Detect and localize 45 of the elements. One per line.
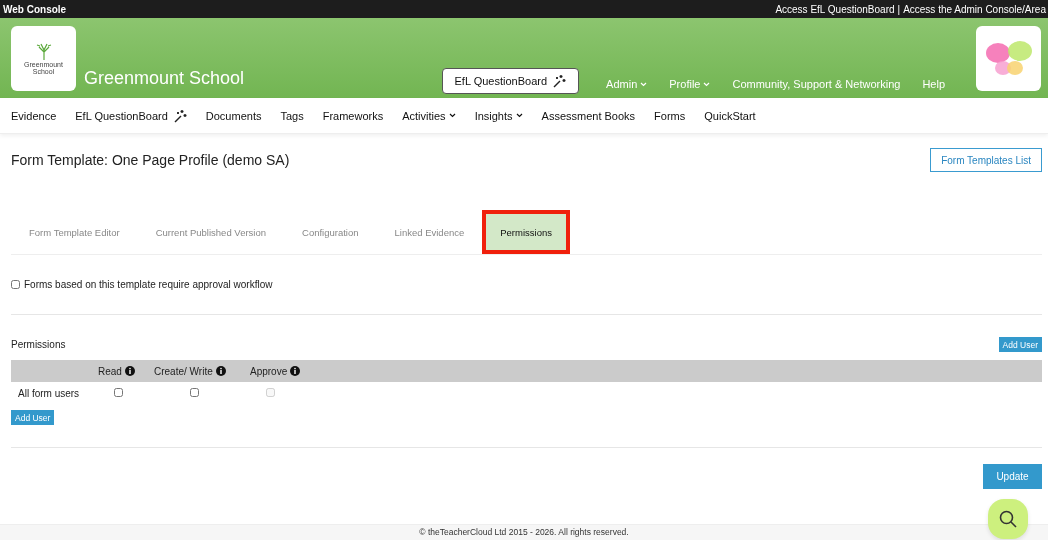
section-title: Permissions <box>11 339 66 350</box>
tab[interactable]: Form Template Editor <box>11 210 138 254</box>
info-icon[interactable] <box>290 366 301 376</box>
nav-item[interactable]: Assessment Books <box>541 109 636 122</box>
column-header: Approve <box>250 365 320 377</box>
questionboard-button[interactable]: EfL QuestionBoard <box>441 68 580 94</box>
nav-item[interactable]: Frameworks <box>322 109 384 122</box>
nav-item[interactable]: Activities <box>402 109 456 122</box>
table-cell-text: All form users <box>17 387 80 399</box>
nav-item[interactable]: Documents <box>205 109 262 122</box>
approval-checkbox[interactable] <box>11 279 20 289</box>
footer-text: © theTeacherCloud Ltd 2015 - 2026. All rights reserved. <box>0 524 1048 540</box>
search-button[interactable] <box>988 499 1028 539</box>
permission-checkbox[interactable] <box>190 387 199 397</box>
top-link[interactable]: Access EfL QuestionBoard <box>775 3 895 15</box>
nav-item[interactable]: Tags <box>280 109 304 122</box>
top-link[interactable]: Access the Admin Console/Area <box>903 3 1046 15</box>
magic-wand-icon <box>552 74 567 88</box>
search-icon <box>999 510 1017 528</box>
column-header: Create/ Write <box>154 365 250 377</box>
tree-icon <box>35 42 52 60</box>
nav-item[interactable]: EfL QuestionBoard <box>75 108 187 123</box>
console-title: Web Console <box>3 3 67 15</box>
separator: | <box>897 3 901 15</box>
tab[interactable]: Permissions <box>482 210 570 254</box>
nav-item[interactable]: Insights <box>474 109 523 122</box>
school-name: Greenmount School <box>84 68 245 89</box>
nav-item[interactable]: Evidence <box>11 109 57 122</box>
page-title: Form Template: One Page Profile (demo SA) <box>11 152 290 168</box>
nav-item[interactable]: Forms <box>654 109 686 122</box>
info-icon[interactable] <box>215 366 226 376</box>
caret-icon <box>515 113 523 118</box>
tab[interactable]: Linked Evidence <box>376 210 483 254</box>
caret-icon <box>703 81 711 87</box>
column-header: Read <box>98 365 154 377</box>
permission-checkbox[interactable] <box>114 387 123 397</box>
caret-icon <box>640 81 648 87</box>
info-icon[interactable] <box>124 366 135 376</box>
caret-icon <box>448 113 456 118</box>
form-templates-list-button[interactable]: Form Templates List <box>930 148 1042 172</box>
checkbox-label: Forms based on this template require approval workflow <box>24 278 273 290</box>
nav-item[interactable]: QuickStart <box>704 109 756 122</box>
tab[interactable]: Current Published Version <box>137 210 284 254</box>
tab[interactable]: Configuration <box>284 210 377 254</box>
magic-wand-icon <box>172 108 187 123</box>
